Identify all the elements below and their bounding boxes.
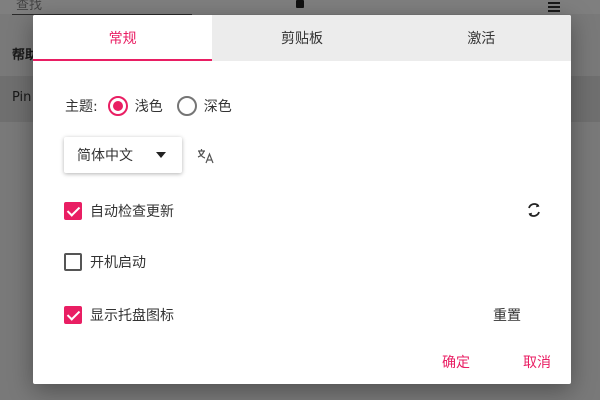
- tab-activation[interactable]: 激活: [391, 15, 571, 61]
- confirm-button[interactable]: 确定: [442, 352, 470, 372]
- language-select[interactable]: 简体中文: [64, 137, 182, 173]
- radio-checked-icon: [107, 96, 128, 116]
- cancel-button[interactable]: 取消: [523, 352, 551, 372]
- refresh-icon[interactable]: [525, 201, 543, 219]
- radio-unchecked-icon: [176, 96, 197, 116]
- theme-row: 主题: 浅色 深色: [65, 95, 246, 117]
- auto-update-label: 自动检查更新: [90, 204, 174, 220]
- show-tray-icon-label: 显示托盘图标: [90, 308, 174, 324]
- tab-clipboard[interactable]: 剪贴板: [212, 15, 392, 61]
- theme-light-label: 浅色: [134, 99, 163, 115]
- reset-button[interactable]: 重置: [493, 305, 521, 325]
- launch-on-boot-checkbox-row[interactable]: 开机启动: [64, 252, 146, 272]
- launch-on-boot-label: 开机启动: [90, 255, 146, 271]
- launch-on-boot-checkbox[interactable]: [64, 253, 82, 271]
- theme-dark-radio[interactable]: 深色: [176, 96, 232, 116]
- auto-update-checkbox[interactable]: [64, 202, 82, 220]
- translate-icon: [197, 149, 214, 164]
- settings-dialog: 常规 剪贴板 激活 主题: 浅色 深色 简体中文 自动检查更新 开机启动 显示托…: [33, 15, 571, 384]
- show-tray-icon-checkbox-row[interactable]: 显示托盘图标: [64, 305, 174, 325]
- theme-light-radio[interactable]: 浅色: [107, 96, 163, 116]
- theme-label: 主题:: [65, 99, 98, 115]
- language-selected-value: 简体中文: [77, 148, 133, 164]
- tab-general[interactable]: 常规: [33, 15, 213, 61]
- show-tray-icon-checkbox[interactable]: [64, 306, 82, 324]
- auto-update-checkbox-row[interactable]: 自动检查更新: [64, 201, 174, 221]
- theme-dark-label: 深色: [203, 99, 232, 115]
- tab-bar: 常规 剪贴板 激活: [33, 15, 571, 61]
- dropdown-caret-icon: [156, 152, 166, 158]
